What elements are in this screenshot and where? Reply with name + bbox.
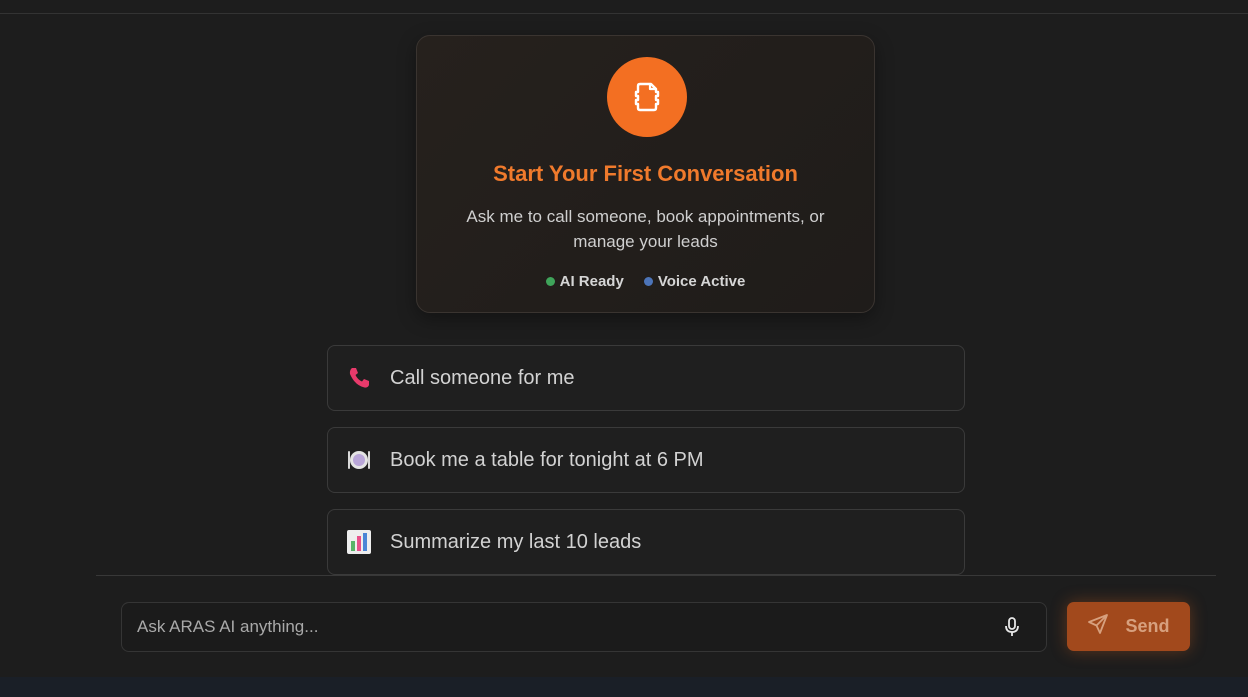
welcome-subtitle: Ask me to call someone, book appointment… [437, 204, 854, 254]
suggestion-label: Summarize my last 10 leads [390, 530, 642, 553]
chat-page: Start Your First Conversation Ask me to … [0, 0, 1248, 697]
suggestion-summarize-leads[interactable]: Summarize my last 10 leads [327, 509, 965, 575]
status-voice-active: Voice Active [643, 273, 746, 290]
suggestion-call-someone[interactable]: Call someone for me [327, 345, 965, 411]
status-label: AI Ready [559, 273, 624, 290]
send-button[interactable]: Send [1067, 602, 1190, 651]
green-dot-icon [545, 277, 555, 286]
top-divider [0, 13, 1248, 14]
bar-chart-icon [346, 529, 372, 555]
status-ai-ready: AI Ready [545, 273, 624, 290]
blue-dot-icon [643, 277, 653, 286]
message-composer [121, 602, 1047, 652]
message-input[interactable] [122, 603, 982, 651]
composer-divider [96, 575, 1216, 576]
welcome-title: Start Your First Conversation [493, 161, 798, 186]
microphone-icon[interactable] [1000, 615, 1024, 639]
footer-band [0, 677, 1248, 697]
welcome-subtitle-line-2: manage your leads [573, 232, 718, 251]
phone-icon [346, 365, 372, 391]
plate-cutlery-icon [346, 447, 372, 473]
status-label: Voice Active [657, 273, 746, 290]
send-button-label: Send [1125, 616, 1170, 636]
welcome-card: Start Your First Conversation Ask me to … [416, 35, 875, 313]
welcome-subtitle-line-1: Ask me to call someone, book appointment… [466, 207, 825, 226]
suggestion-label: Book me a table for tonight at 6 PM [390, 448, 704, 471]
status-indicators: AI Ready Voice Active [417, 273, 874, 290]
document-icon [607, 57, 687, 137]
send-icon [1087, 613, 1109, 640]
suggestion-label: Call someone for me [390, 366, 575, 389]
suggestion-book-table[interactable]: Book me a table for tonight at 6 PM [327, 427, 965, 493]
